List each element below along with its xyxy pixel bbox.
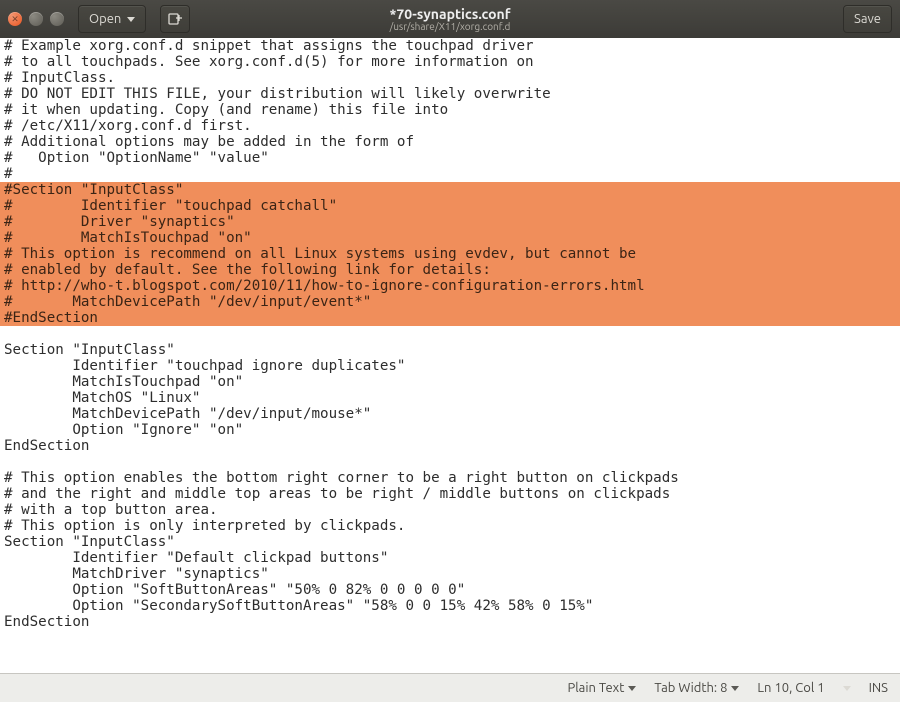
titlebar: ✕ Open *70-synaptics.conf /usr/share/X11…	[0, 0, 900, 38]
code-content[interactable]: # Example xorg.conf.d snippet that assig…	[0, 38, 900, 630]
code-line[interactable]: # Driver "synaptics"	[0, 214, 900, 230]
code-line[interactable]: EndSection	[0, 438, 900, 454]
window-controls: ✕	[8, 12, 64, 26]
syntax-mode-selector[interactable]: Plain Text	[567, 681, 636, 695]
cursor-position[interactable]: Ln 10, Col 1	[757, 681, 824, 695]
new-tab-button[interactable]	[160, 5, 190, 33]
code-line[interactable]: # Example xorg.conf.d snippet that assig…	[0, 38, 900, 54]
syntax-mode-label: Plain Text	[567, 681, 624, 695]
close-icon[interactable]: ✕	[8, 12, 22, 26]
code-line[interactable]: EndSection	[0, 614, 900, 630]
code-line[interactable]: MatchDriver "synaptics"	[0, 566, 900, 582]
code-line[interactable]: # InputClass.	[0, 70, 900, 86]
code-line[interactable]: Identifier "touchpad ignore duplicates"	[0, 358, 900, 374]
chevron-down-icon[interactable]	[843, 686, 851, 691]
code-line[interactable]: # /etc/X11/xorg.conf.d first.	[0, 118, 900, 134]
new-tab-icon	[167, 11, 183, 27]
open-button-label: Open	[89, 12, 121, 26]
editor-area[interactable]: # Example xorg.conf.d snippet that assig…	[0, 38, 900, 673]
code-line[interactable]: # to all touchpads. See xorg.conf.d(5) f…	[0, 54, 900, 70]
tab-width-label: Tab Width: 8	[654, 681, 727, 695]
code-line[interactable]: Option "Ignore" "on"	[0, 422, 900, 438]
app-window: ✕ Open *70-synaptics.conf /usr/share/X11…	[0, 0, 900, 702]
code-line[interactable]: MatchIsTouchpad "on"	[0, 374, 900, 390]
open-button[interactable]: Open	[78, 5, 146, 33]
code-line[interactable]: # Option "OptionName" "value"	[0, 150, 900, 166]
insert-mode[interactable]: INS	[869, 681, 888, 695]
code-line[interactable]: # Additional options may be added in the…	[0, 134, 900, 150]
code-line[interactable]: Section "InputClass"	[0, 534, 900, 550]
code-line[interactable]: # This option enables the bottom right c…	[0, 470, 900, 486]
chevron-down-icon	[127, 17, 135, 22]
tab-width-selector[interactable]: Tab Width: 8	[654, 681, 739, 695]
code-line[interactable]: #Section "InputClass"	[0, 182, 900, 198]
code-line[interactable]: Option "SecondarySoftButtonAreas" "58% 0…	[0, 598, 900, 614]
code-line[interactable]: Option "SoftButtonAreas" "50% 0 82% 0 0 …	[0, 582, 900, 598]
code-line[interactable]: #	[0, 166, 900, 182]
insert-mode-label: INS	[869, 681, 888, 695]
maximize-icon[interactable]	[50, 12, 64, 26]
code-line[interactable]	[0, 454, 900, 470]
code-line[interactable]: #EndSection	[0, 310, 900, 326]
code-line[interactable]: # This option is recommend on all Linux …	[0, 246, 900, 262]
minimize-icon[interactable]	[29, 12, 43, 26]
code-line[interactable]: # This option is only interpreted by cli…	[0, 518, 900, 534]
code-line[interactable]	[0, 326, 900, 342]
code-line[interactable]: # MatchDevicePath "/dev/input/event*"	[0, 294, 900, 310]
code-line[interactable]: Identifier "Default clickpad buttons"	[0, 550, 900, 566]
code-line[interactable]: # Identifier "touchpad catchall"	[0, 198, 900, 214]
save-button-label: Save	[854, 12, 881, 26]
chevron-down-icon	[628, 686, 636, 691]
code-line[interactable]: # MatchIsTouchpad "on"	[0, 230, 900, 246]
statusbar: Plain Text Tab Width: 8 Ln 10, Col 1 INS	[0, 673, 900, 702]
code-line[interactable]: MatchOS "Linux"	[0, 390, 900, 406]
cursor-position-label: Ln 10, Col 1	[757, 681, 824, 695]
save-button[interactable]: Save	[843, 5, 892, 33]
code-line[interactable]: # with a top button area.	[0, 502, 900, 518]
code-line[interactable]: # enabled by default. See the following …	[0, 262, 900, 278]
code-line[interactable]: MatchDevicePath "/dev/input/mouse*"	[0, 406, 900, 422]
chevron-down-icon	[731, 686, 739, 691]
code-line[interactable]: # and the right and middle top areas to …	[0, 486, 900, 502]
code-line[interactable]: # http://who-t.blogspot.com/2010/11/how-…	[0, 278, 900, 294]
code-line[interactable]: Section "InputClass"	[0, 342, 900, 358]
code-line[interactable]: # DO NOT EDIT THIS FILE, your distributi…	[0, 86, 900, 102]
code-line[interactable]: # it when updating. Copy (and rename) th…	[0, 102, 900, 118]
